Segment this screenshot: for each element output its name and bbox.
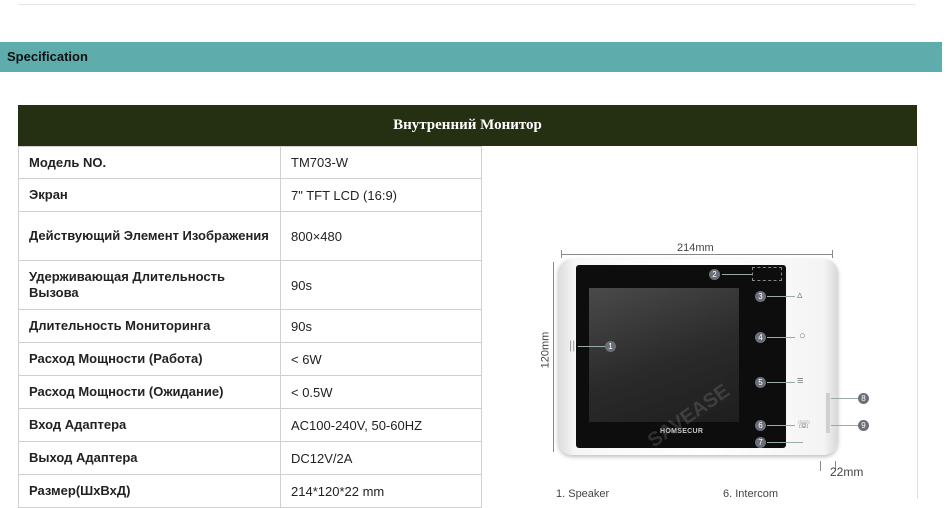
spec-key: Удерживающая Длительность Вызова	[18, 260, 281, 310]
spec-value: AC100-240V, 50-60HZ	[280, 408, 482, 442]
table-row: Действующий Элемент Изображения 800×480	[18, 211, 482, 261]
table-row: Длительность Мониторинга 90s	[18, 309, 482, 343]
spec-value: < 0.5W	[280, 375, 482, 409]
spec-value: 214*120*22 mm	[280, 474, 482, 508]
table-row: Расход Мощности (Работа) < 6W	[18, 342, 482, 376]
marker-7: 7	[755, 437, 766, 448]
height-dimension-line	[553, 262, 554, 452]
phone-handset-icon: ☏	[797, 419, 811, 431]
unlock-key-icon: ○	[799, 330, 806, 342]
section-title: Specification	[7, 49, 88, 64]
legend-intercom: 6. Intercom	[723, 488, 779, 500]
marker-9: 9	[858, 420, 869, 431]
marker-6: 6	[755, 420, 766, 431]
spec-value: DC12V/2A	[280, 441, 482, 475]
spec-value: < 6W	[280, 342, 482, 376]
table-row: Экран 7" TFT LCD (16:9)	[18, 178, 482, 212]
table-row: Вход Адаптера AC100-240V, 50-60HZ	[18, 408, 482, 442]
marker-3-lead	[767, 296, 795, 297]
legend-speaker: 1. Speaker	[556, 488, 610, 500]
marker-2: 2	[709, 269, 720, 280]
width-dimension-label: 214mm	[677, 242, 714, 254]
spec-key: Вход Адаптера	[18, 408, 281, 442]
width-dimension-tick	[561, 250, 562, 258]
table-title: Внутренний Монитор	[18, 105, 917, 146]
table-row: Расход Мощности (Ожидание) < 0.5W	[18, 375, 482, 409]
marker-4: 4	[755, 332, 766, 343]
spec-value: 90s	[280, 260, 482, 310]
marker-8-lead	[831, 398, 858, 399]
spec-table: Модель NO. TM703-W Экран 7" TFT LCD (16:…	[18, 146, 482, 508]
marker-3: 3	[755, 291, 766, 302]
speaker-grille-icon: ||	[569, 338, 576, 352]
width-dimension-line	[561, 254, 833, 255]
marker-4-lead	[767, 337, 795, 338]
marker-1-lead	[578, 346, 606, 347]
monitor-icon: ▵	[797, 289, 803, 301]
spec-value: 90s	[280, 309, 482, 343]
marker-7-lead	[767, 442, 803, 443]
specification-bar: Specification	[0, 42, 942, 72]
table-row: Удерживающая Длительность Вызова 90s	[18, 260, 482, 310]
spec-value: 7" TFT LCD (16:9)	[280, 178, 482, 212]
table-row: Размер(ШхВхД) 214*120*22 mm	[18, 474, 482, 508]
menu-icon: ≡	[797, 375, 804, 387]
spec-value: 800×480	[280, 211, 482, 261]
spec-value: TM703-W	[280, 146, 482, 179]
marker-5: 5	[755, 377, 766, 388]
spec-key: Экран	[18, 178, 281, 212]
marker-5-lead	[767, 382, 795, 383]
table-row: Выход Адаптера DC12V/2A	[18, 441, 482, 475]
spec-key: Модель NO.	[18, 146, 281, 179]
width-dimension-tick	[832, 250, 833, 258]
spec-key: Выход Адаптера	[18, 441, 281, 475]
depth-dimension-tick	[820, 461, 821, 471]
height-dimension-label: 120mm	[539, 331, 552, 369]
marker-8: 8	[858, 393, 869, 404]
marker-2-lead	[722, 274, 752, 275]
marker-1: 1	[605, 341, 616, 352]
table-row: Модель NO. TM703-W	[18, 146, 482, 179]
camera-box	[752, 267, 782, 281]
spec-key: Действующий Элемент Изображения	[18, 211, 281, 261]
spec-key: Расход Мощности (Работа)	[18, 342, 281, 376]
marker-6-lead	[767, 425, 795, 426]
monitor-side-slot	[826, 393, 830, 433]
spec-key: Длительность Мониторинга	[18, 309, 281, 343]
top-divider	[18, 0, 916, 5]
marker-9-lead	[831, 425, 858, 426]
depth-dimension-label: 22mm	[830, 465, 864, 479]
spec-key: Размер(ШхВхД)	[18, 474, 281, 508]
spec-key: Расход Мощности (Ожидание)	[18, 375, 281, 409]
